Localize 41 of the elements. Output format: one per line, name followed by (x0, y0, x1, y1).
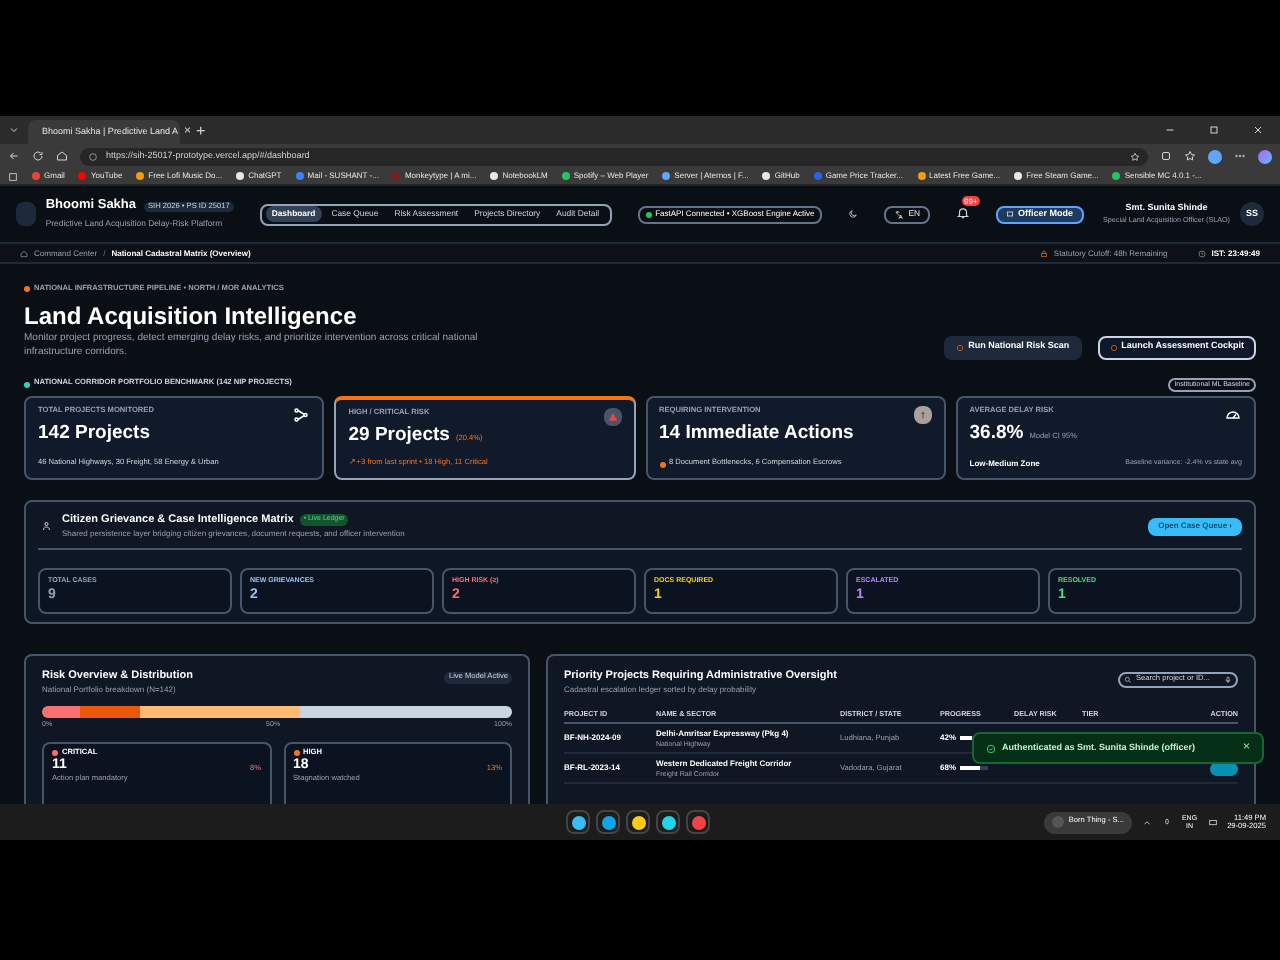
home-icon (20, 249, 28, 257)
taskbar-app[interactable] (686, 810, 710, 834)
kpi-value: 142 Projects (38, 419, 150, 448)
restore-icon[interactable] (1208, 124, 1220, 136)
bell-icon[interactable] (956, 206, 971, 220)
home-icon[interactable] (56, 150, 68, 162)
gauge-icon (1224, 405, 1242, 424)
clock-icon (1197, 249, 1206, 257)
favorites-icon[interactable] (1184, 150, 1196, 162)
minimize-icon[interactable] (1164, 124, 1176, 136)
check-circle-icon (986, 743, 996, 753)
copilot-icon[interactable] (1258, 149, 1272, 163)
new-tab-button[interactable]: + (196, 124, 206, 140)
taskbar-app[interactable] (626, 810, 650, 834)
badge-icon (1006, 210, 1015, 218)
taskbar-app[interactable] (596, 810, 620, 834)
kpi-value: 29 Projects (348, 421, 450, 450)
site-info-icon[interactable] (88, 151, 98, 161)
taskbar-app[interactable] (566, 810, 590, 834)
lock-icon (1039, 249, 1048, 257)
kpi-value: 14 Immediate Actions (659, 419, 854, 448)
people-icon (42, 520, 54, 533)
star-icon[interactable] (1130, 151, 1140, 161)
moon-icon[interactable] (848, 208, 859, 220)
more-icon[interactable] (1234, 150, 1246, 162)
reload-icon[interactable] (32, 150, 44, 162)
logo-icon (16, 202, 36, 226)
page-title: Land Acquisition Intelligence (24, 299, 359, 332)
profile-avatar[interactable] (1208, 149, 1222, 163)
taskbar-app[interactable] (656, 810, 680, 834)
close-icon[interactable] (1252, 124, 1264, 136)
search-icon (1124, 676, 1132, 685)
warning-icon (603, 407, 621, 426)
album-art-placeholder (1052, 816, 1065, 828)
chevron-up-icon[interactable] (1141, 817, 1152, 827)
back-icon[interactable] (8, 150, 20, 162)
microphone-icon[interactable] (1161, 817, 1172, 827)
translate-icon (894, 209, 905, 219)
microphone-icon[interactable] (1224, 676, 1232, 685)
chevron-down-icon[interactable] (8, 124, 20, 136)
kpi-value: 36.8% (969, 419, 1024, 448)
